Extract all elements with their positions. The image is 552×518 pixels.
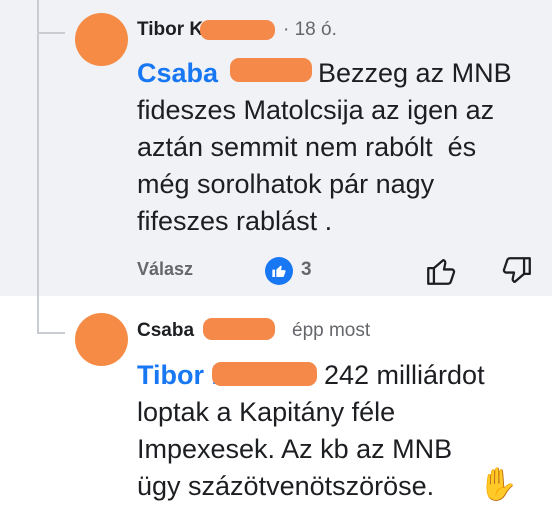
comment-line: 242 milliárdot	[324, 360, 485, 390]
thumbs-down-icon[interactable]	[500, 254, 534, 288]
raised-hand-emoji: ✋	[478, 466, 518, 502]
comment-line: Bezzeg az MNB	[318, 58, 512, 88]
comment-timestamp[interactable]: · 18 ó.	[283, 19, 337, 41]
comment-line: aztán semmit nem rabólt és	[137, 132, 477, 162]
thread-connector	[37, 332, 65, 334]
comment-body: Csaba	[137, 55, 218, 92]
redaction-mark	[200, 20, 275, 40]
reply-button[interactable]: Válasz	[137, 259, 193, 280]
like-count[interactable]: 3	[301, 259, 312, 281]
redaction-mark	[212, 362, 317, 386]
comment-author-csaba[interactable]: Csaba	[137, 320, 194, 342]
comment-line: fifeszes rablást .	[137, 206, 333, 236]
comment-line: loptak a Kapitány féle	[137, 397, 396, 427]
comment-timestamp[interactable]: épp most	[292, 320, 370, 342]
comment-line: fideszes Matolcsija az igen az	[137, 95, 495, 125]
comment-line: ügy százötvenötszöröse.	[137, 471, 435, 501]
comment-line: még sorolhatok pár nagy	[137, 169, 435, 199]
thumbs-up-icon	[272, 265, 286, 277]
mention-csaba[interactable]: Csaba	[137, 58, 218, 88]
thread-line	[37, 0, 39, 332]
avatar-tibor[interactable]	[75, 13, 128, 66]
thread-connector-top	[37, 32, 65, 34]
comment-author-tibor[interactable]: Tibor K	[137, 19, 203, 41]
comment-line: Impexesek. Az kb az MNB	[137, 434, 453, 464]
redaction-mark	[203, 318, 275, 340]
like-reaction-icon[interactable]	[265, 257, 293, 285]
redaction-mark	[230, 58, 312, 82]
avatar-csaba[interactable]	[75, 313, 128, 366]
thumbs-up-icon[interactable]	[424, 254, 458, 288]
